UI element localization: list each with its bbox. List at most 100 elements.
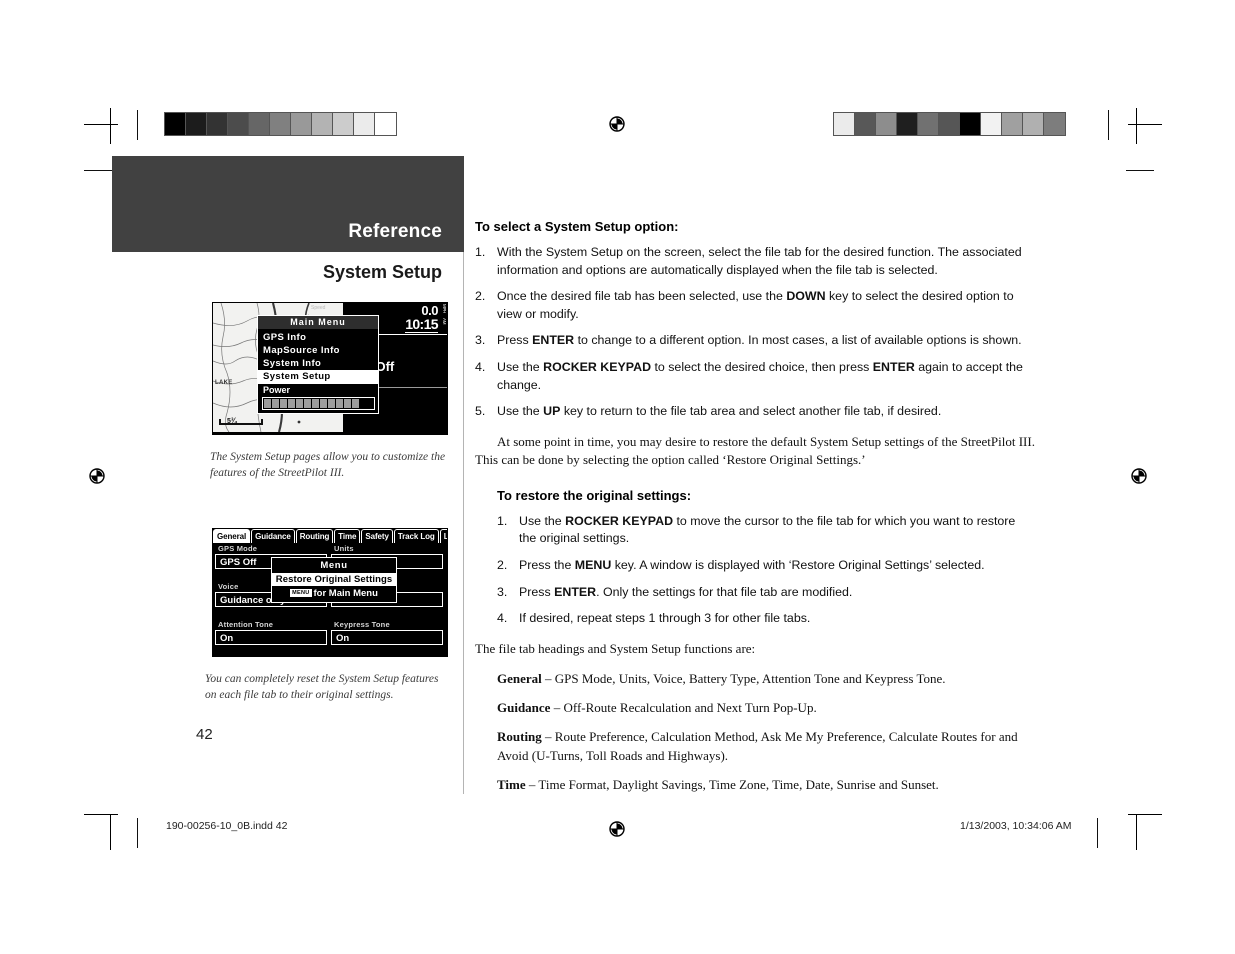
bleed-rule-left bbox=[84, 170, 112, 171]
tab-general[interactable]: General bbox=[213, 529, 251, 543]
field-attention-tone-value[interactable]: On bbox=[215, 630, 327, 645]
speed-unit: MPH bbox=[442, 304, 447, 314]
step-item: 2. Once the desired file tab has been sel… bbox=[475, 288, 1035, 323]
definition-description: – Time Format, Daylight Savings, Time Zo… bbox=[525, 776, 939, 792]
step-text: Press ENTER to change to a different opt… bbox=[497, 333, 1022, 348]
step-number: 3. bbox=[497, 584, 508, 599]
registration-mark-bottom bbox=[606, 818, 628, 840]
clock-unit: AM bbox=[442, 318, 447, 325]
color-swatch-4 bbox=[249, 113, 270, 135]
speed-field-label: Speed bbox=[311, 305, 326, 311]
tab-safety[interactable]: Safety bbox=[361, 529, 393, 543]
crop-mark-bottom-left-v bbox=[110, 814, 111, 850]
registration-mark-left bbox=[86, 465, 108, 487]
definition-term: Routing bbox=[497, 728, 542, 744]
color-calibration-bar-right bbox=[833, 112, 1066, 136]
step-text: Press the MENU key. A window is displaye… bbox=[519, 558, 985, 572]
color-swatch-5 bbox=[270, 113, 291, 135]
trim-rule-left bbox=[137, 110, 138, 140]
right-column: To select a System Setup option: 1. With … bbox=[475, 219, 1035, 805]
main-menu-footer: Power bbox=[258, 383, 378, 413]
file-tab-definitions: General – GPS Mode, Units, Voice, Batter… bbox=[475, 670, 1035, 794]
color-swatch-10 bbox=[1044, 113, 1065, 135]
color-swatch-8 bbox=[1002, 113, 1023, 135]
column-divider bbox=[463, 252, 464, 794]
menu-key-icon: MENU bbox=[290, 589, 312, 598]
restore-original-settings-item[interactable]: Restore Original Settings bbox=[272, 573, 396, 586]
color-swatch-4 bbox=[918, 113, 939, 135]
map-scale-value: 5¾ bbox=[227, 418, 237, 425]
field-keypress-tone-label: Keypress Tone bbox=[334, 620, 390, 629]
main-menu-popup[interactable]: Main Menu GPS Info MapSource Info System… bbox=[257, 315, 379, 414]
registration-mark-right bbox=[1128, 465, 1150, 487]
step-text: Press ENTER. Only the settings for that … bbox=[519, 584, 853, 599]
map-scale-bar bbox=[219, 417, 263, 425]
power-gauge bbox=[262, 397, 375, 410]
step-number: 1. bbox=[497, 513, 508, 528]
field-keypress-tone-value[interactable]: On bbox=[331, 630, 443, 645]
figure1-caption: The System Setup pages allow you to cust… bbox=[210, 451, 446, 479]
definition-description: – Route Preference, Calculation Method, … bbox=[497, 728, 1018, 763]
field-attention-tone[interactable]: Attention Tone On bbox=[215, 619, 327, 645]
color-swatch-1 bbox=[855, 113, 876, 135]
color-swatch-8 bbox=[333, 113, 354, 135]
power-label: Power bbox=[263, 385, 291, 395]
tab-language[interactable]: Lan bbox=[439, 529, 447, 543]
field-keypress-tone[interactable]: Keypress Tone On bbox=[331, 619, 443, 645]
steps-select-option: 1. With the System Setup on the screen, s… bbox=[475, 244, 1035, 421]
step-text: With the System Setup on the screen, sel… bbox=[497, 245, 1022, 277]
trim-rule-right-bottom bbox=[1097, 818, 1098, 848]
section-header-title: Reference bbox=[348, 221, 442, 242]
step-item: 2. Press the MENU key. A window is displa… bbox=[497, 557, 1035, 575]
tab-guidance[interactable]: Guidance bbox=[251, 529, 295, 543]
file-tab-bar: General Guidance Routing Time Safety Tra… bbox=[213, 529, 447, 543]
step-number: 1. bbox=[475, 245, 486, 259]
definition-row: Time – Time Format, Daylight Savings, Ti… bbox=[497, 776, 1035, 795]
crop-mark-bottom-left-h bbox=[84, 814, 118, 815]
color-swatch-3 bbox=[228, 113, 249, 135]
menu-item-system-info[interactable]: System Info bbox=[258, 357, 378, 370]
crop-mark-top-right-v bbox=[1136, 108, 1137, 144]
menu-item-mapsource-info[interactable]: MapSource Info bbox=[258, 344, 378, 357]
step-number: 3. bbox=[475, 333, 486, 348]
field-gps-mode-label: GPS Mode bbox=[218, 544, 258, 553]
color-swatch-9 bbox=[354, 113, 375, 135]
step-number: 4. bbox=[475, 360, 486, 375]
definition-term: Time bbox=[497, 776, 526, 792]
registration-mark-top bbox=[606, 113, 628, 135]
step-item: 1. Use the ROCKER KEYPAD to move the curs… bbox=[497, 513, 1035, 548]
heading-select-option: To select a System Setup option: bbox=[475, 219, 679, 234]
tab-track-log[interactable]: Track Log bbox=[393, 529, 439, 543]
clock-value: 10:15 bbox=[405, 316, 439, 333]
step-number: 5. bbox=[475, 404, 486, 419]
trim-rule-left-bottom bbox=[137, 818, 138, 848]
menu-item-system-setup[interactable]: System Setup bbox=[258, 370, 378, 383]
step-number: 4. bbox=[497, 611, 508, 626]
menu-item-gps-info[interactable]: GPS Info bbox=[258, 331, 378, 344]
paragraph-file-tabs: The file tab headings and System Setup f… bbox=[475, 640, 756, 656]
restore-menu-title: Menu bbox=[320, 560, 348, 571]
color-swatch-6 bbox=[960, 113, 981, 135]
step-item: 5. Use the UP key to return to the file t… bbox=[475, 403, 1035, 421]
restore-menu-footer-text: for Main Menu bbox=[313, 588, 378, 599]
tab-routing[interactable]: Routing bbox=[295, 529, 334, 543]
crop-mark-bottom-right-v bbox=[1136, 814, 1137, 850]
color-swatch-6 bbox=[291, 113, 312, 135]
color-swatch-2 bbox=[876, 113, 897, 135]
step-item: 4. Use the ROCKER KEYPAD to select the de… bbox=[475, 359, 1035, 394]
definition-row: Routing – Route Preference, Calculation … bbox=[497, 728, 1035, 766]
crop-mark-top-left-v bbox=[110, 108, 111, 144]
figure-system-setup-screenshot: General Guidance Routing Time Safety Tra… bbox=[212, 528, 448, 657]
footer-timestamp: 1/13/2003, 10:34:06 AM bbox=[960, 820, 1072, 832]
crop-mark-top-right-h bbox=[1128, 124, 1162, 125]
color-swatch-3 bbox=[897, 113, 918, 135]
color-swatch-7 bbox=[981, 113, 1002, 135]
definition-term: General bbox=[497, 671, 542, 687]
restore-menu-popup[interactable]: Menu Restore Original Settings MENU for M… bbox=[271, 557, 397, 603]
step-text: Use the UP key to return to the file tab… bbox=[497, 404, 942, 419]
step-text: Once the desired file tab has been selec… bbox=[497, 289, 1014, 321]
step-number: 2. bbox=[497, 558, 508, 572]
page-title: System Setup bbox=[322, 262, 442, 282]
tab-time[interactable]: Time bbox=[334, 529, 361, 543]
color-swatch-10 bbox=[375, 113, 396, 135]
